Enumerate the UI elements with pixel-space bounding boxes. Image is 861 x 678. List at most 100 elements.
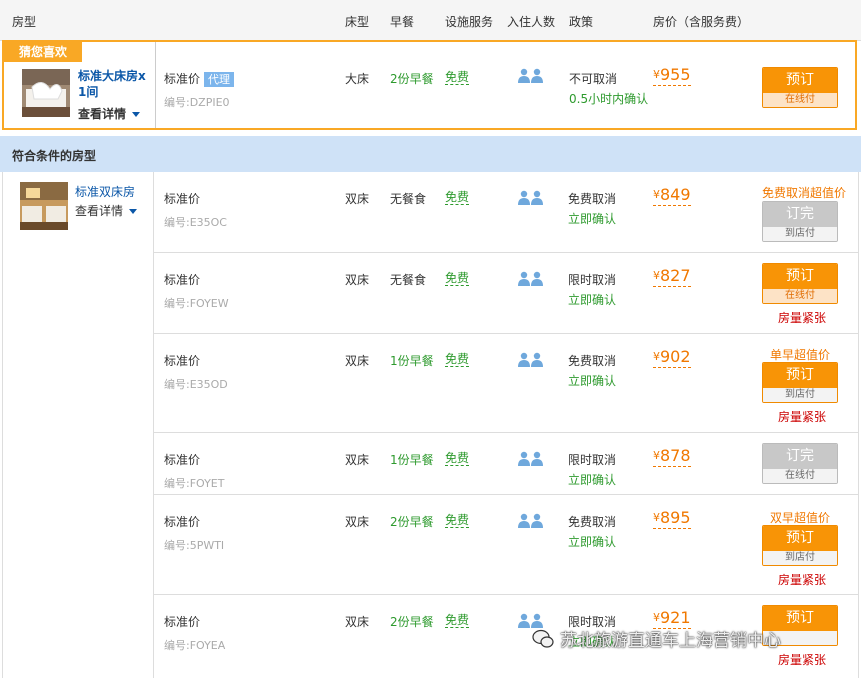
book-button[interactable]: 预订 到店付: [762, 362, 838, 403]
promo-label: 双早超值价: [770, 511, 831, 525]
low-availability-label: 房量紧张: [778, 653, 827, 667]
pay-at-hotel-label: 到店付: [763, 551, 837, 565]
book-button[interactable]: 预订 到店付: [762, 525, 838, 566]
breakfast: 1份早餐: [390, 354, 434, 368]
room-name-link[interactable]: 标准双床房: [75, 184, 135, 200]
breakfast: 无餐食: [390, 273, 427, 287]
book-button[interactable]: 预订 在线付: [762, 263, 838, 304]
rate-plan: 标准价: [164, 354, 201, 368]
two-people-icon: [518, 352, 543, 367]
rate-plan: 标准价: [164, 453, 201, 467]
low-availability-label: 房量紧张: [778, 573, 827, 587]
bed-type: 双床: [345, 615, 370, 629]
rate-plan: 标准价: [164, 192, 201, 206]
divider: [2, 172, 3, 678]
rate-code: 编号:E35OC: [164, 216, 227, 229]
bed-type: 双床: [345, 192, 370, 206]
rate-row: 标准价 编号:5PWTI 双床 2份早餐 免费 免费取消 立即确认 ¥895 双…: [154, 495, 858, 595]
rate-code: 编号:E35OD: [164, 378, 228, 391]
service-free[interactable]: 免费: [445, 271, 470, 286]
cancel-policy: 免费取消: [568, 192, 617, 206]
view-details-link[interactable]: 查看详情: [75, 202, 138, 219]
two-people-icon: [518, 190, 543, 205]
col-bed-type: 床型: [345, 15, 370, 29]
agent-badge: 代理: [204, 72, 235, 87]
rate-code: 编号:FOYEA: [164, 639, 226, 652]
service-free[interactable]: 免费: [445, 190, 470, 205]
bed-type: 双床: [345, 453, 370, 467]
room-price: ¥878: [653, 446, 691, 467]
service-free[interactable]: 免费: [445, 70, 470, 85]
two-people-icon: [518, 271, 543, 286]
col-occupancy: 入住人数: [507, 15, 556, 29]
room-thumbnail[interactable]: [20, 182, 68, 230]
section-header: 符合条件的房型: [0, 136, 861, 172]
col-policy: 政策: [569, 15, 594, 29]
confirm-time: 立即确认: [568, 374, 617, 388]
rate-plan: 标准价: [164, 615, 201, 629]
confirm-time: 立即确认: [568, 212, 617, 226]
sold-out-button[interactable]: 订完 到店付: [762, 201, 838, 242]
chevron-down-icon: [129, 209, 138, 214]
watermark-text: 苏北旅游直通车上海营销中心: [560, 631, 781, 651]
rate-row: 标准价 编号:E35OC 双床 无餐食 免费 免费取消 立即确认 ¥849 免费…: [154, 172, 858, 253]
col-price: 房价（含服务费）: [653, 15, 750, 29]
pay-at-hotel-label: 到店付: [763, 388, 837, 402]
sold-out-button[interactable]: 订完 在线付: [762, 443, 838, 484]
rate-row: 标准价 编号:FOYET 双床 1份早餐 免费 限时取消 立即确认 ¥878 订…: [154, 433, 858, 495]
cancel-policy: 限时取消: [568, 453, 617, 467]
rate-code: 编号:FOYET: [164, 477, 225, 490]
rate-row: 标准价 编号:FOYEW 双床 无餐食 免费 限时取消 立即确认 ¥827 预订…: [154, 253, 858, 334]
bed-type: 双床: [345, 273, 370, 287]
bed-type: 双床: [345, 354, 370, 368]
confirm-time: 立即确认: [568, 535, 617, 549]
col-facilities: 设施服务: [445, 15, 494, 29]
rate-code: 编号:DZPIE0: [164, 96, 230, 109]
confirm-time: 立即确认: [568, 293, 617, 307]
two-people-icon: [518, 613, 543, 628]
col-breakfast: 早餐: [390, 15, 415, 29]
rate-plan: 标准价 代理: [164, 70, 235, 87]
pay-online-label: 在线付: [763, 289, 837, 303]
rate-row: 标准价 编号:E35OD 双床 1份早餐 免费 免费取消 立即确认 ¥902 单…: [154, 334, 858, 433]
promo-label: 免费取消超值价: [762, 186, 847, 200]
divider: [858, 172, 859, 678]
service-free[interactable]: 免费: [445, 513, 470, 528]
service-free[interactable]: 免费: [445, 613, 470, 628]
chevron-down-icon: [132, 112, 141, 117]
view-details-link[interactable]: 查看详情: [78, 105, 141, 122]
promo-label: 单早超值价: [770, 348, 831, 362]
room-price: ¥902: [653, 347, 691, 368]
room-name-link[interactable]: 标准大床房x 1间: [78, 68, 156, 100]
low-availability-label: 房量紧张: [778, 311, 827, 325]
rate-plan: 标准价: [164, 273, 201, 287]
bed-type: 双床: [345, 515, 370, 529]
col-room-type: 房型: [12, 15, 37, 29]
breakfast: 无餐食: [390, 192, 427, 206]
room-price: ¥955: [653, 65, 691, 86]
rate-code: 编号:FOYEW: [164, 297, 229, 310]
room-thumbnail[interactable]: [22, 69, 70, 117]
confirm-time: 0.5小时内确认: [569, 92, 649, 106]
two-people-icon: [518, 68, 543, 83]
service-free[interactable]: 免费: [445, 451, 470, 466]
wechat-icon: [532, 629, 554, 648]
cancel-policy: 免费取消: [568, 515, 617, 529]
confirm-time: 立即确认: [568, 473, 617, 487]
book-button[interactable]: 预订 在线付: [762, 67, 838, 108]
bed-type: 大床: [345, 72, 370, 86]
featured-room: 猜您喜欢 标准大床房x 1间 查看详情 标准价 代理 编号:DZPIE0 大床 2…: [2, 40, 857, 130]
two-people-icon: [518, 513, 543, 528]
low-availability-label: 房量紧张: [778, 410, 827, 424]
breakfast: 2份早餐: [390, 72, 434, 86]
service-free[interactable]: 免费: [445, 352, 470, 367]
breakfast: 2份早餐: [390, 515, 434, 529]
rate-plan: 标准价: [164, 515, 201, 529]
room-price: ¥895: [653, 508, 691, 529]
room-price: ¥849: [653, 185, 691, 206]
cancel-policy: 免费取消: [568, 354, 617, 368]
rate-code: 编号:5PWTI: [164, 539, 225, 552]
table-header: 房型 床型 早餐 设施服务 入住人数 政策 房价（含服务费）: [0, 0, 861, 41]
cancel-policy: 限时取消: [568, 273, 617, 287]
two-people-icon: [518, 451, 543, 466]
